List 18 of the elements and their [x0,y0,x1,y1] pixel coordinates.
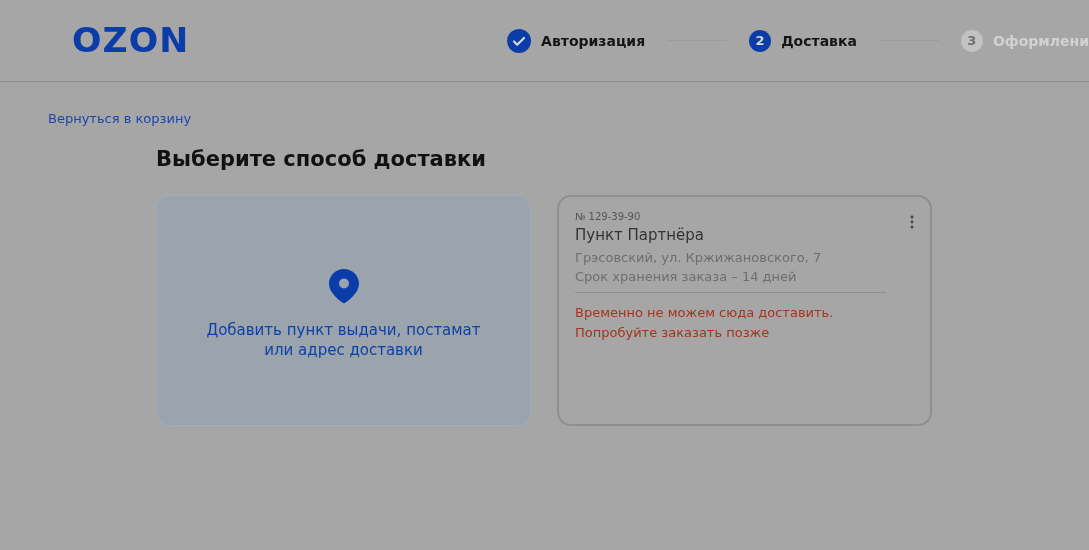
step-label: Доставка [781,32,857,49]
delivery-warning: Попробуйте заказать позже [575,324,771,342]
pickup-address: Грэсовский, ул. Кржижановского, 7 [575,250,823,265]
step-number: 3 [960,29,983,52]
delivery-warning: Временно не можем сюда доставить. [575,304,835,322]
location-pin-icon [327,267,360,304]
back-to-cart-link[interactable]: Вернуться в корзину [48,111,192,126]
step-label: Авторизация [541,32,646,49]
pickup-number: № 129-39-90 [575,211,642,222]
step-number: 2 [749,29,772,52]
add-address-card[interactable]: Добавить пункт выдачи, постамат или адрес доставки [156,195,531,426]
logo[interactable]: OZON [72,21,190,60]
add-address-text: Добавить пункт выдачи, постамат или адрес доставки [205,319,482,360]
pickup-name: Пункт Партнёра [575,226,704,244]
pickup-point-card[interactable]: № 129-39-90 Пункт Партнёра Грэсовский, ул. Кржижановского, 7 Срок хранения заказа – 14 дней Временно не можем сюда доставить. Попробуйте заказать позже [557,195,932,426]
storage-period: Срок хранения заказа – 14 дней [575,269,798,284]
page-title: Выберите способ доставки [156,147,488,171]
more-icon[interactable] [910,215,914,229]
